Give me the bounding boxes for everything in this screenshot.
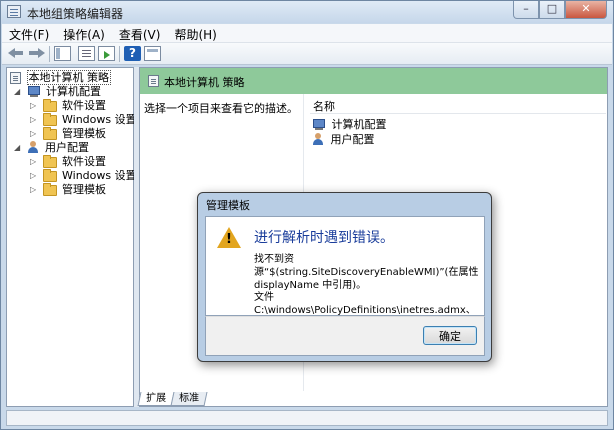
- user-icon: [27, 141, 40, 153]
- tree-item-computer-windows[interactable]: ▷ Windows 设置: [30, 113, 137, 127]
- menu-bar: 文件(F) 操作(A) 查看(V) 帮助(H): [2, 24, 612, 43]
- list-view-icon[interactable]: [78, 46, 95, 61]
- view-tabs: 扩展 标准: [137, 392, 208, 407]
- tree-item-label: 管理模板: [62, 183, 106, 196]
- toolbar: ?: [2, 43, 612, 65]
- folder-icon: [42, 127, 57, 140]
- list-item-user-config[interactable]: 用户配置: [312, 133, 375, 147]
- expand-icon[interactable]: ▷: [30, 155, 39, 169]
- menu-file[interactable]: 文件(F): [2, 24, 56, 42]
- show-console-tree-icon[interactable]: [54, 46, 71, 61]
- folder-icon: [42, 113, 57, 126]
- status-bar: [6, 410, 608, 426]
- expand-icon[interactable]: ▷: [30, 113, 39, 127]
- tab-standard[interactable]: 标准: [170, 392, 208, 406]
- folder-icon: [42, 155, 57, 168]
- warning-icon: !: [217, 227, 241, 249]
- expand-icon[interactable]: ▷: [30, 183, 39, 197]
- policy-document-icon: [10, 72, 21, 84]
- expand-icon[interactable]: ▷: [30, 99, 39, 113]
- gpedit-app-icon: [7, 5, 21, 18]
- menu-action[interactable]: 操作(A): [56, 24, 112, 42]
- expand-icon[interactable]: ▷: [30, 169, 39, 183]
- window-title: 本地组策略编辑器: [27, 7, 124, 21]
- view-pane-icon[interactable]: [144, 46, 161, 61]
- tree-item-user-windows[interactable]: ▷ Windows 设置: [30, 169, 137, 183]
- list-item-label: 计算机配置: [331, 118, 387, 131]
- tab-extended[interactable]: 扩展: [137, 392, 175, 406]
- close-button[interactable]: ✕: [565, 1, 607, 19]
- tree-item-local-policy[interactable]: 本地计算机 策略: [10, 70, 111, 85]
- tab-label: 标准: [179, 393, 200, 404]
- folder-icon: [42, 169, 57, 182]
- menu-help[interactable]: 帮助(H): [167, 24, 223, 42]
- tree-item-user-software[interactable]: ▷ 软件设置: [30, 155, 106, 169]
- export-list-icon[interactable]: [98, 46, 115, 61]
- list-item-computer-config[interactable]: 计算机配置: [312, 118, 387, 132]
- tree-item-user-config[interactable]: ◢ 用户配置: [14, 141, 89, 155]
- policy-document-icon: [148, 75, 159, 87]
- tree-item-label: Windows 设置: [62, 169, 137, 182]
- tree-item-label: 计算机配置: [46, 85, 101, 98]
- warning-exclamation: !: [226, 232, 232, 247]
- computer-icon: [27, 85, 41, 97]
- tab-label: 扩展: [146, 393, 167, 404]
- forward-arrow-icon[interactable]: [28, 46, 45, 61]
- help-icon[interactable]: ?: [124, 46, 141, 61]
- tree-item-label: 用户配置: [45, 141, 89, 154]
- folder-icon: [42, 183, 57, 196]
- expand-icon[interactable]: ▷: [30, 127, 39, 141]
- dialog-title: 管理模板: [206, 199, 250, 212]
- dialog-body: ! 进行解析时遇到错误。 找不到资源“$(string.SiteDiscover…: [205, 216, 485, 329]
- list-item-label: 用户配置: [330, 133, 375, 146]
- dialog-footer: 确定: [205, 316, 485, 356]
- tree-item-label: 本地计算机 策略: [26, 70, 111, 85]
- tree-item-computer-admin-templates[interactable]: ▷ 管理模板: [30, 127, 106, 141]
- toolbar-separator: [119, 46, 120, 62]
- toolbar-separator: [49, 46, 50, 62]
- tree-item-label: Windows 设置: [62, 113, 137, 126]
- caption-buttons: – □ ✕: [513, 1, 607, 19]
- tree-item-label: 管理模板: [62, 127, 106, 140]
- minimize-button[interactable]: –: [513, 1, 539, 19]
- description-text: 选择一个项目来查看它的描述。: [144, 102, 298, 115]
- maximize-button[interactable]: □: [539, 1, 565, 19]
- dialog-heading: 进行解析时遇到错误。: [254, 230, 394, 246]
- ok-button[interactable]: 确定: [423, 326, 477, 345]
- dialog-message: 找不到资源“$(string.SiteDiscoveryEnableWMI)”(…: [254, 254, 479, 291]
- details-header-title: 本地计算机 策略: [164, 76, 245, 89]
- computer-icon: [312, 118, 326, 130]
- title-bar[interactable]: 本地组策略编辑器 – □ ✕: [1, 1, 613, 23]
- folder-icon: [42, 99, 57, 112]
- error-dialog: 管理模板 ! 进行解析时遇到错误。 找不到资源“$(string.SiteDis…: [197, 192, 492, 362]
- tree-item-label: 软件设置: [62, 155, 106, 168]
- tree-item-label: 软件设置: [62, 99, 106, 112]
- tree-item-user-admin-templates[interactable]: ▷ 管理模板: [30, 183, 106, 197]
- tree-item-computer-config[interactable]: ◢ 计算机配置: [14, 85, 101, 99]
- back-arrow-icon[interactable]: [8, 46, 25, 61]
- collapse-icon[interactable]: ◢: [14, 85, 23, 99]
- column-header-name[interactable]: 名称: [310, 98, 606, 114]
- user-icon: [312, 133, 325, 145]
- collapse-icon[interactable]: ◢: [14, 141, 23, 155]
- console-tree: 本地计算机 策略 ◢ 计算机配置 ▷ 软件设置 ▷ Windows 设置 ▷ 管…: [6, 67, 137, 407]
- menu-view[interactable]: 查看(V): [112, 24, 168, 42]
- tree-item-computer-software[interactable]: ▷ 软件设置: [30, 99, 106, 113]
- details-header: 本地计算机 策略: [140, 68, 607, 94]
